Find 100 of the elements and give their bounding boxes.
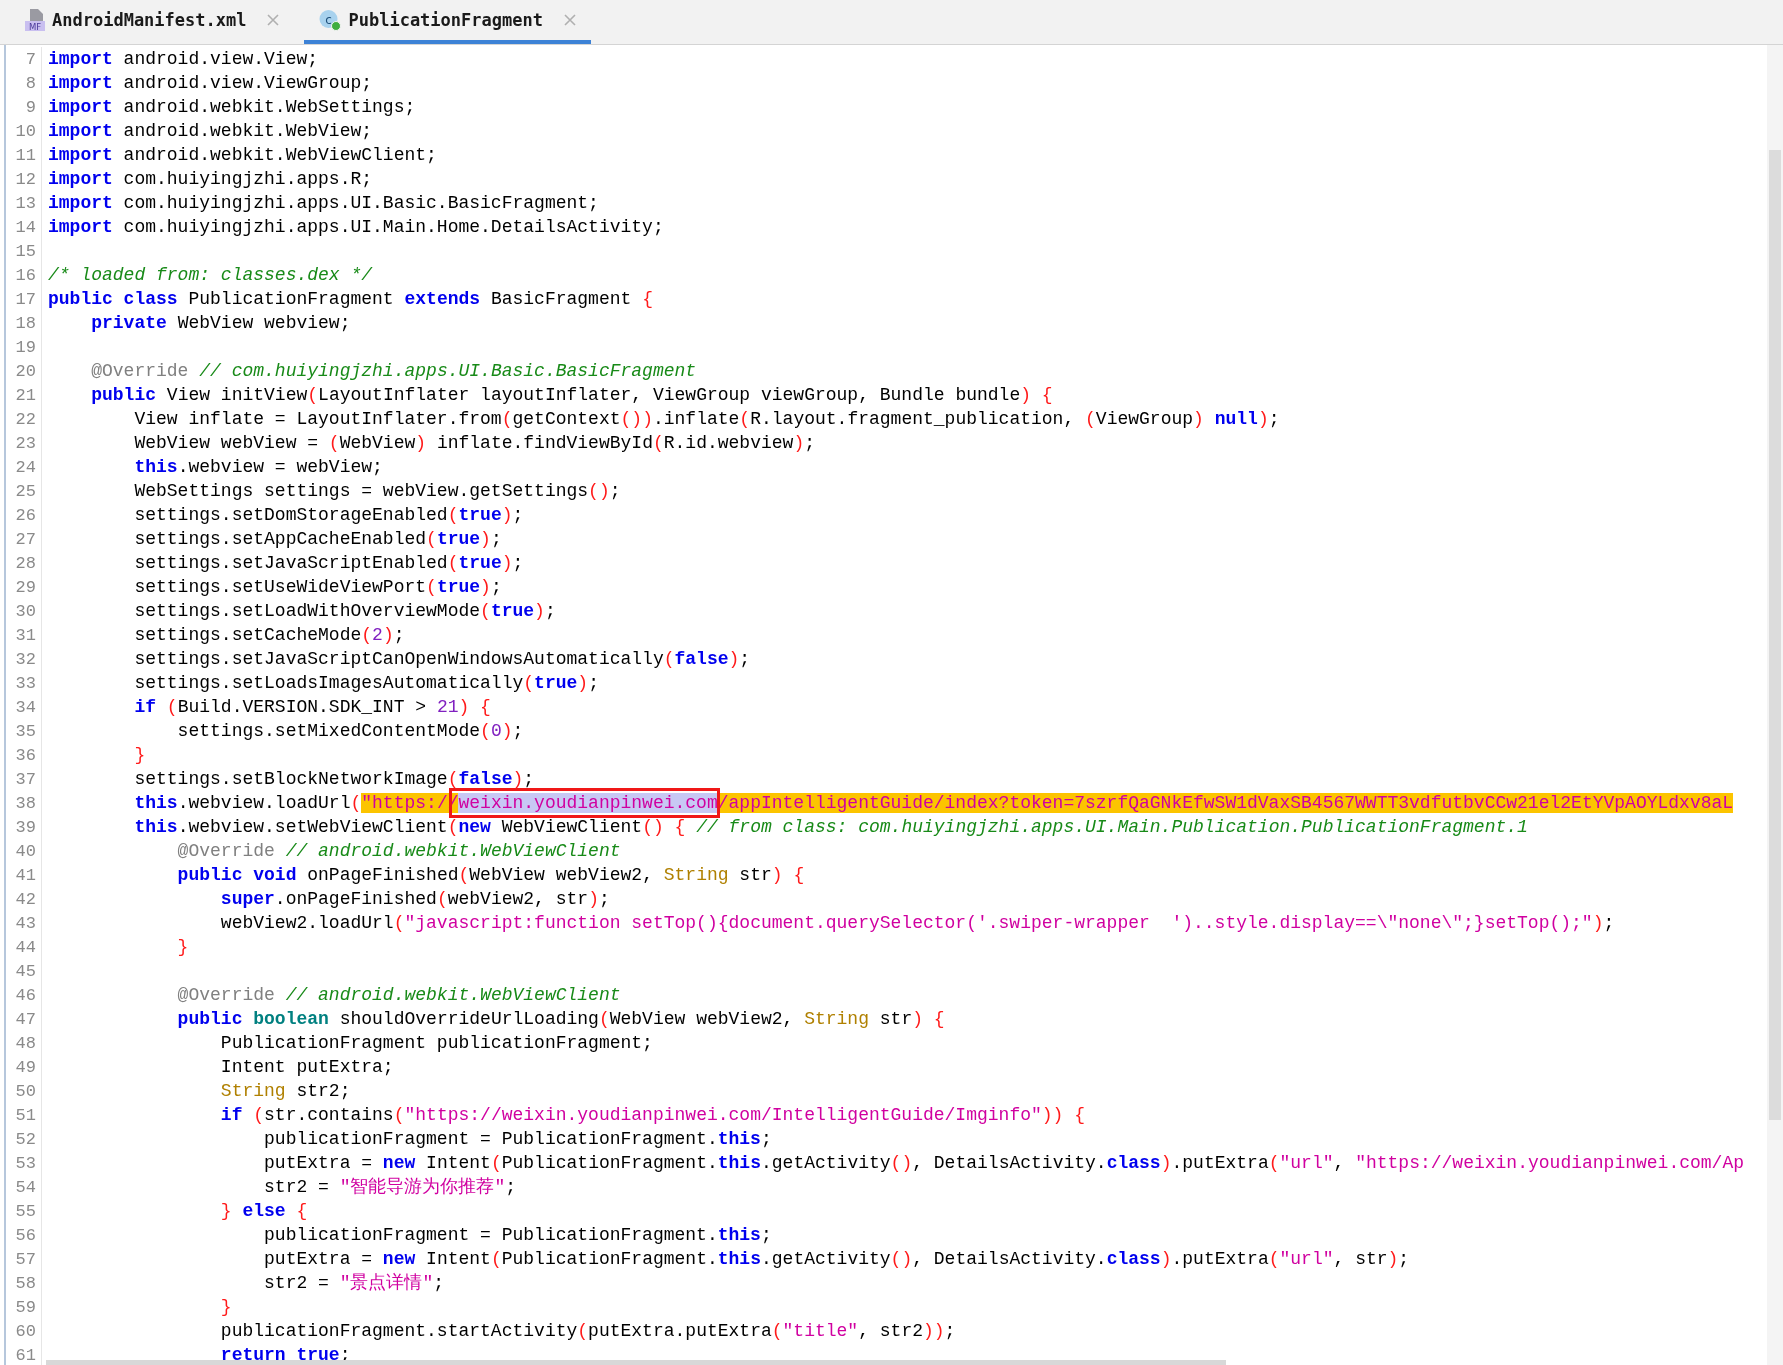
code-line: import android.view.ViewGroup; <box>48 72 373 94</box>
line-number: 48 <box>15 1033 36 1053</box>
line-number: 17 <box>15 289 36 309</box>
code-line: } else { <box>219 1200 308 1222</box>
line-number: 50 <box>15 1081 36 1101</box>
line-number: 19 <box>15 337 36 357</box>
scrollbar[interactable] <box>1769 150 1781 1120</box>
line-number: 60 <box>15 1321 36 1341</box>
code-line: @Override // com.huiyingjzhi.apps.UI.Basic.BasicFragment <box>90 360 697 382</box>
line-number: 14 <box>15 217 36 237</box>
code-line: } <box>176 936 189 958</box>
line-number: 22 <box>15 409 36 429</box>
code-line: super.onPageFinished(webView2, str); <box>219 888 610 910</box>
line-number: 13 <box>15 193 36 213</box>
scrollbar[interactable] <box>46 1360 1226 1365</box>
line-number: 26 <box>15 505 36 525</box>
line-number: 25 <box>15 481 36 501</box>
line-number: 32 <box>15 649 36 669</box>
line-number: 28 <box>15 553 36 573</box>
code-line: if (str.contains("https://weixin.youdianpinwei.com/IntelligentGuide/Imginfo")) { <box>219 1104 1085 1126</box>
code-line: settings.setJavaScriptEnabled(true); <box>133 552 524 574</box>
line-number: 49 <box>15 1057 36 1077</box>
code-line: settings.setBlockNetworkImage(false); <box>133 768 535 790</box>
line-number: 54 <box>15 1177 36 1197</box>
line-number: 12 <box>15 169 36 189</box>
line-number: 43 <box>15 913 36 933</box>
close-icon[interactable] <box>266 13 281 27</box>
code-line: import android.view.View; <box>48 48 319 70</box>
tab-label: AndroidManifest.xml <box>52 10 247 30</box>
line-number: 46 <box>15 985 36 1005</box>
line-number: 21 <box>15 385 36 405</box>
line-number: 31 <box>15 625 36 645</box>
line-number: 40 <box>15 841 36 861</box>
code-line: import android.webkit.WebViewClient; <box>48 144 437 166</box>
line-number: 56 <box>15 1225 36 1245</box>
code-line: settings.setDomStorageEnabled(true); <box>133 504 524 526</box>
line-number: 15 <box>15 241 36 261</box>
line-number: 10 <box>15 121 36 141</box>
code-line: WebSettings settings = webView.getSettings(); <box>133 480 621 502</box>
code-line: this.webview.setWebViewClient(new WebViewClient() { // from class: com.huiyingjzhi.apps.UI.Main.Publication.PublicationFragment.1 <box>133 816 1528 838</box>
code-line: str2 = "智能导游为你推荐"; <box>263 1176 517 1198</box>
line-number: 11 <box>15 145 36 165</box>
line-number: 39 <box>15 817 36 837</box>
code-line: import com.huiyingjzhi.apps.UI.Basic.BasicFragment; <box>48 192 599 214</box>
line-number: 53 <box>15 1153 36 1173</box>
tab-label: PublicationFragment <box>348 10 543 30</box>
line-number: 51 <box>15 1105 36 1125</box>
line-number: 59 <box>15 1297 36 1317</box>
code-line: String str2; <box>219 1080 351 1102</box>
code-line: settings.setMixedContentMode(0); <box>176 720 524 742</box>
code-line: public View initView(LayoutInflater layoutInflater, ViewGroup viewGroup, Bundle bundle) { <box>90 384 1053 406</box>
close-icon[interactable] <box>562 13 577 27</box>
line-number: 18 <box>15 313 36 333</box>
line-number: 29 <box>15 577 36 597</box>
line-number: 38 <box>15 793 36 813</box>
line-number: 57 <box>15 1249 36 1269</box>
line-number: 8 <box>25 73 36 93</box>
code-line: if (Build.VERSION.SDK_INT > 21) { <box>133 696 491 718</box>
code-line: publicationFragment = PublicationFragment.this; <box>263 1128 772 1150</box>
code-line: public class PublicationFragment extends BasicFragment { <box>48 288 653 310</box>
line-number: 9 <box>25 97 36 117</box>
line-number: 55 <box>15 1201 36 1221</box>
code-line: public void onPageFinished(WebView webView2, String str) { <box>176 864 805 886</box>
code-line: settings.setJavaScriptCanOpenWindowsAutomatically(false); <box>133 648 751 670</box>
code-line: putExtra = new Intent(PublicationFragment.this.getActivity(), DetailsActivity.class).putExtra("url", "https://weixin.youdianpinwei.com/Ap <box>263 1152 1744 1174</box>
code-line: publicationFragment.startActivity(putExtra.putExtra("title", str2)); <box>219 1320 956 1342</box>
line-number: 20 <box>15 361 36 381</box>
code-line: View inflate = LayoutInflater.from(getContext()).inflate(R.layout.fragment_publication, (ViewGroup) null); <box>133 408 1280 430</box>
code-line: /* loaded from: classes.dex */ <box>48 264 373 286</box>
code-line: webView2.loadUrl("javascript:function setTop(){document.querySelector('.swiper-wrapper ')..style.display==\"none\";}setTop();"); <box>219 912 1615 934</box>
editor-tab[interactable]: c PublicationFragment <box>304 0 591 44</box>
code-line: } <box>219 1296 232 1318</box>
line-number: 16 <box>15 265 36 285</box>
code-line: import android.webkit.WebView; <box>48 120 373 142</box>
line-number: 7 <box>25 49 36 69</box>
code-line: import com.huiyingjzhi.apps.UI.Main.Home.DetailsActivity; <box>48 216 664 238</box>
line-number: 24 <box>15 457 36 477</box>
code-line: putExtra = new Intent(PublicationFragment.this.getActivity(), DetailsActivity.class).putExtra("url", str); <box>263 1248 1410 1270</box>
code-line: Intent putExtra; <box>219 1056 394 1078</box>
line-number: 52 <box>15 1129 36 1149</box>
line-number: 33 <box>15 673 36 693</box>
code-line: settings.setCacheMode(2); <box>133 624 405 646</box>
code-line: settings.setUseWideViewPort(true); <box>133 576 502 598</box>
line-number: 27 <box>15 529 36 549</box>
code-line: public boolean shouldOverrideUrlLoading(WebView webView2, String str) { <box>176 1008 945 1030</box>
line-number: 30 <box>15 601 36 621</box>
line-number: 35 <box>15 721 36 741</box>
code-line: PublicationFragment publicationFragment; <box>219 1032 653 1054</box>
editor-tab[interactable]: MF AndroidManifest.xml <box>20 0 295 44</box>
code-line: @Override // android.webkit.WebViewClient <box>176 984 621 1006</box>
code-line: private WebView webview; <box>90 312 351 334</box>
line-number: 45 <box>15 961 36 981</box>
code-line: settings.setLoadsImagesAutomatically(true); <box>133 672 599 694</box>
line-number: 36 <box>15 745 36 765</box>
line-number: 44 <box>15 937 36 957</box>
code-line: this.webview = webView; <box>133 456 383 478</box>
code-line: WebView webView = (WebView) inflate.findViewById(R.id.webview); <box>133 432 815 454</box>
line-number: 34 <box>15 697 36 717</box>
code-line: import android.webkit.WebSettings; <box>48 96 416 118</box>
line-number: 42 <box>15 889 36 909</box>
